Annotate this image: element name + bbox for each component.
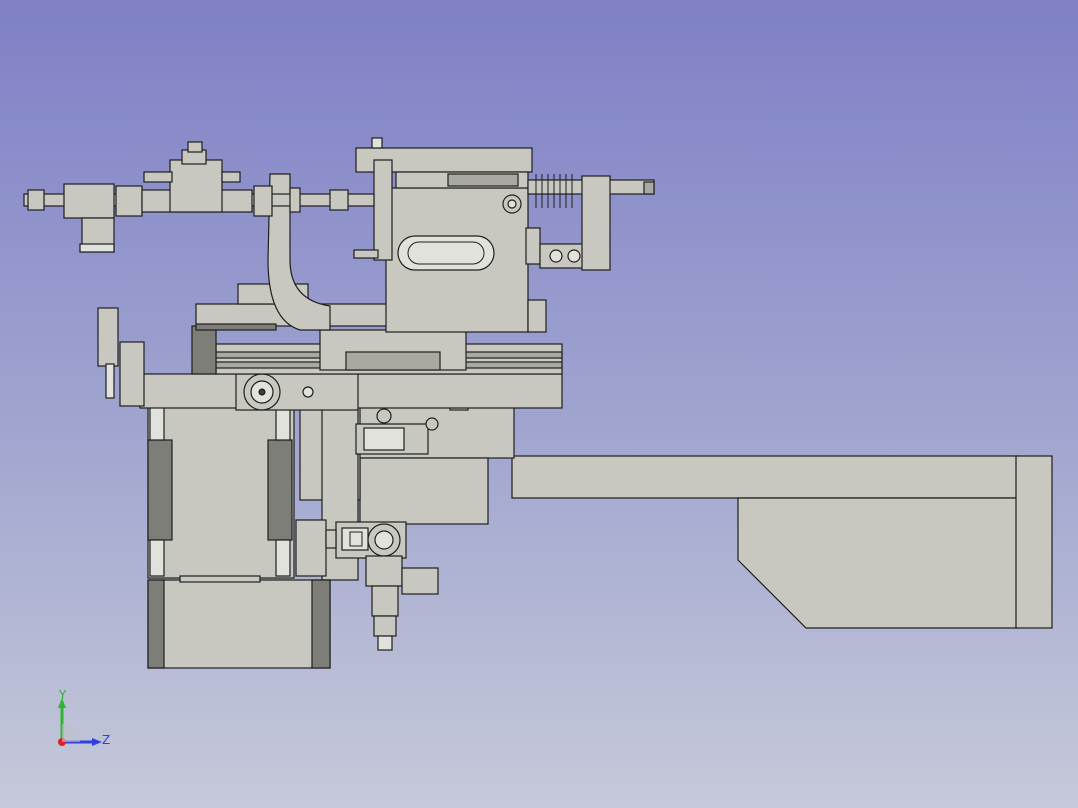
cad-model[interactable] xyxy=(0,0,1078,808)
center-body[interactable] xyxy=(299,397,515,581)
axis-triad: Y Z xyxy=(48,684,128,764)
pneumatic-fitting[interactable] xyxy=(325,521,439,651)
horizontal-tube[interactable] xyxy=(23,141,375,253)
z-axis-head xyxy=(92,738,102,746)
upper-block[interactable] xyxy=(353,137,601,333)
y-axis-label: Y xyxy=(59,688,67,702)
triad-arc xyxy=(62,724,80,742)
3d-viewport[interactable]: Y Z xyxy=(0,0,1078,808)
extension-arm[interactable] xyxy=(511,455,1053,629)
z-axis-label: Z xyxy=(102,733,111,747)
